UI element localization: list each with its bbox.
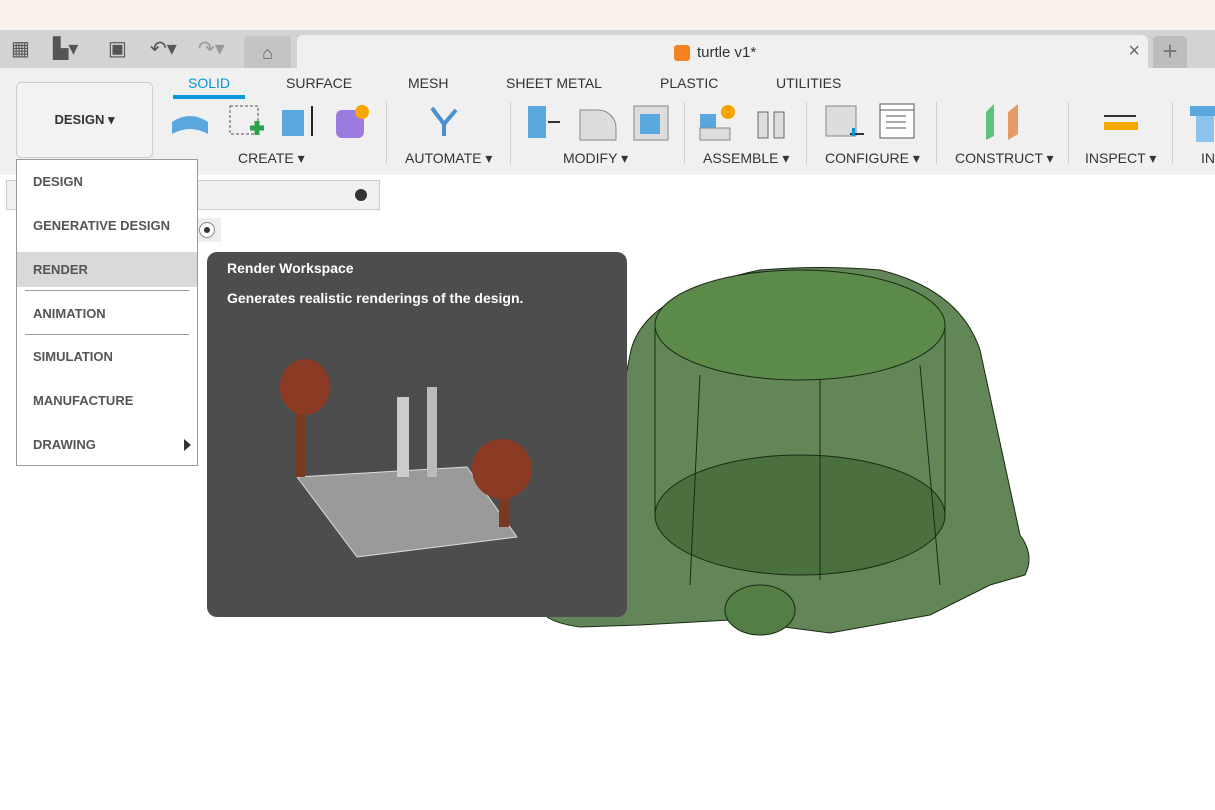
tooltip-title: Render Workspace [227,260,354,276]
save-icon[interactable]: ▣ [108,38,127,60]
tab-solid[interactable]: SOLID [188,75,230,91]
tab-utilities[interactable]: UTILITIES [776,75,841,91]
tooltip-description: Generates realistic renderings of the de… [227,290,524,306]
joint-icon[interactable] [752,102,792,142]
document-title: turtle v1* [697,44,757,61]
menu-item-drawing[interactable]: DRAWING [17,427,197,462]
inspect-menu[interactable]: INSPECT ▾ [1085,150,1156,167]
derive-icon[interactable] [332,102,372,142]
automate-icon[interactable] [424,102,464,142]
insert-bolt-icon[interactable] [1188,102,1215,142]
document-tab[interactable]: turtle v1* × [297,35,1148,68]
configuration-table-icon[interactable] [878,102,918,142]
orange-cube-icon [674,45,690,61]
home-tab[interactable]: ⌂ [244,36,291,68]
measure-icon[interactable] [1100,102,1140,142]
automate-menu[interactable]: AUTOMATE ▾ [405,150,492,167]
tab-mesh[interactable]: MESH [408,75,448,91]
separator [1172,102,1173,164]
construct-menu[interactable]: CONSTRUCT ▾ [955,150,1054,167]
undo-icon[interactable]: ↶▾ [150,38,177,60]
menu-item-drawing-label: DRAWING [33,437,96,452]
new-component-icon[interactable] [698,102,738,142]
separator [936,102,937,164]
create-menu[interactable]: CREATE ▾ [238,150,305,167]
create-form-icon[interactable] [170,102,210,142]
construct-plane-icon[interactable] [982,102,1022,142]
workspace-menu: DESIGN GENERATIVE DESIGN RENDER ANIMATIO… [16,159,198,466]
shell-icon[interactable] [632,102,672,142]
menu-item-generative-design[interactable]: GENERATIVE DESIGN [17,208,197,243]
close-icon[interactable]: × [1128,40,1140,63]
separator [684,102,685,164]
menu-divider [25,290,189,291]
menu-item-simulation[interactable]: SIMULATION [17,339,197,374]
window-top-band [0,0,1215,30]
redo-icon[interactable]: ↷▾ [198,38,225,60]
separator [806,102,807,164]
router-plane-render-image [280,359,532,558]
submenu-arrow-icon [184,439,191,451]
tab-bar: ▦ ▙▾ ▣ ↶▾ ↷▾ ⌂ turtle v1* × + [0,30,1215,68]
menu-item-design[interactable]: DESIGN [17,164,197,199]
menu-divider [25,334,189,335]
workspace-switcher-button[interactable]: DESIGN ▾ [16,82,153,158]
new-tab-button[interactable]: + [1153,36,1187,68]
extrude-icon[interactable] [278,102,318,142]
home-icon: ⌂ [262,43,273,63]
assemble-menu[interactable]: ASSEMBLE ▾ [703,150,789,167]
collapse-icon[interactable] [355,189,367,201]
tab-plastic[interactable]: PLASTIC [660,75,718,91]
separator [1068,102,1069,164]
workspace-label: DESIGN [54,112,105,127]
press-pull-icon[interactable] [524,102,564,142]
radio-button[interactable] [195,218,221,242]
create-sketch-icon[interactable] [226,102,266,142]
app-grid-icon[interactable]: ▦ [11,38,30,60]
modify-menu[interactable]: MODIFY ▾ [563,150,628,167]
render-workspace-tooltip: Render Workspace Generates realistic ren… [207,252,627,617]
file-icon[interactable]: ▙▾ [53,38,78,60]
menu-item-animation[interactable]: ANIMATION [17,296,197,331]
separator [386,102,387,164]
parameters-icon[interactable] [824,102,864,142]
menu-item-render[interactable]: RENDER [17,252,197,287]
menu-item-manufacture[interactable]: MANUFACTURE [17,383,197,418]
configure-menu[interactable]: CONFIGURE ▾ [825,150,920,167]
tab-sheet-metal[interactable]: SHEET METAL [506,75,602,91]
insert-menu[interactable]: IN [1201,150,1215,166]
fillet-icon[interactable] [578,102,618,142]
active-tab-underline [173,95,245,99]
separator [510,102,511,164]
tab-surface[interactable]: SURFACE [286,75,352,91]
